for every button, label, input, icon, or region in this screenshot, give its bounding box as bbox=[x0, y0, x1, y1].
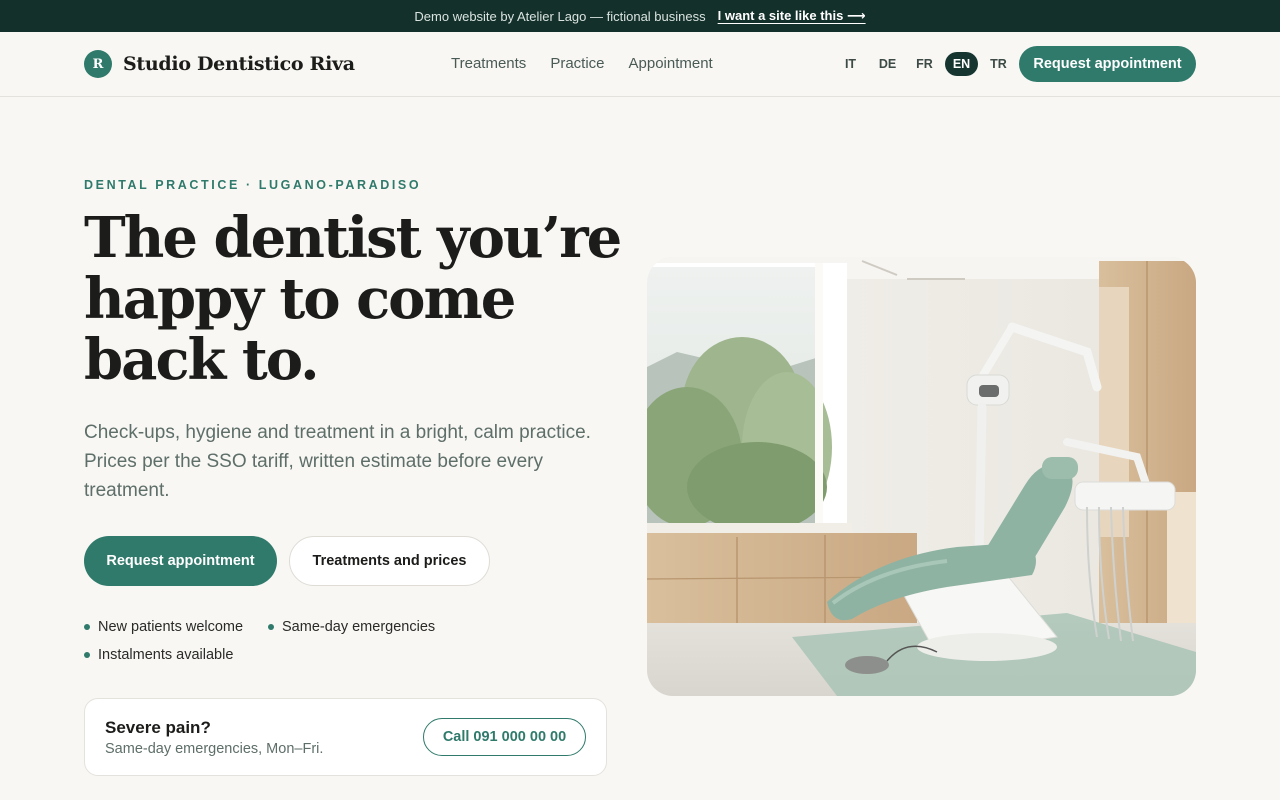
brand-logo[interactable]: R Studio Dentistico Riva bbox=[84, 50, 355, 78]
request-appointment-button[interactable]: Request appointment bbox=[84, 536, 277, 586]
brand-name: Studio Dentistico Riva bbox=[123, 53, 355, 75]
announcement-link[interactable]: I want a site like this ⟶ bbox=[718, 8, 866, 24]
feature-item: Same-day emergencies bbox=[268, 619, 435, 635]
feature-instalments: Instalments available bbox=[98, 647, 234, 663]
hero-headline: The dentist you’re happy to come back to… bbox=[84, 208, 644, 391]
announcement-text: Demo website by Atelier Lago — fictional… bbox=[414, 8, 706, 24]
header-request-appointment-button[interactable]: Request appointment bbox=[1019, 46, 1196, 82]
lang-tr[interactable]: TR bbox=[982, 52, 1015, 76]
language-switcher: IT DE FR EN TR bbox=[834, 52, 1015, 76]
lang-en[interactable]: EN bbox=[945, 52, 978, 76]
feature-new-patients: New patients welcome bbox=[98, 619, 244, 635]
bullet-dot-icon bbox=[268, 624, 274, 630]
dental-chair-photo bbox=[647, 257, 1196, 696]
headline-line-1: The dentist you’re bbox=[84, 205, 622, 271]
feature-item: Instalments available bbox=[84, 647, 233, 663]
nav-appointment[interactable]: Appointment bbox=[629, 55, 713, 72]
nav-treatments[interactable]: Treatments bbox=[451, 55, 526, 72]
bullet-dot-icon bbox=[84, 624, 90, 630]
bullet-dot-icon bbox=[84, 652, 90, 658]
announcement-bar: Demo website by Atelier Lago — fictional… bbox=[0, 0, 1280, 32]
lang-it[interactable]: IT bbox=[834, 52, 867, 76]
nav-practice[interactable]: Practice bbox=[550, 55, 604, 72]
feature-same-day: Same-day emergencies bbox=[282, 619, 436, 635]
emergency-title: Severe pain? bbox=[105, 718, 211, 737]
main-nav: Treatments Practice Appointment bbox=[451, 55, 713, 72]
feature-item: New patients welcome bbox=[84, 619, 243, 635]
headline-line-3: back to. bbox=[84, 327, 320, 393]
hero-eyebrow: DENTAL PRACTICE · LUGANO-PARADISO bbox=[84, 178, 422, 192]
emergency-card: Severe pain? Same-day emergencies, Mon–F… bbox=[84, 698, 607, 776]
treatments-prices-button[interactable]: Treatments and prices bbox=[289, 536, 490, 586]
lang-de[interactable]: DE bbox=[871, 52, 904, 76]
hero-subtext: Check-ups, hygiene and treatment in a br… bbox=[84, 422, 591, 501]
logo-mark: R bbox=[84, 50, 112, 78]
call-button[interactable]: Call 091 000 00 00 bbox=[423, 718, 586, 756]
dental-room-illustration bbox=[647, 257, 1196, 696]
lang-fr[interactable]: FR bbox=[908, 52, 941, 76]
headline-line-2: happy to come bbox=[84, 266, 516, 332]
site-header: R Studio Dentistico Riva Treatments Prac… bbox=[0, 32, 1280, 97]
emergency-subtitle: Same-day emergencies, Mon–Fri. bbox=[105, 741, 324, 757]
